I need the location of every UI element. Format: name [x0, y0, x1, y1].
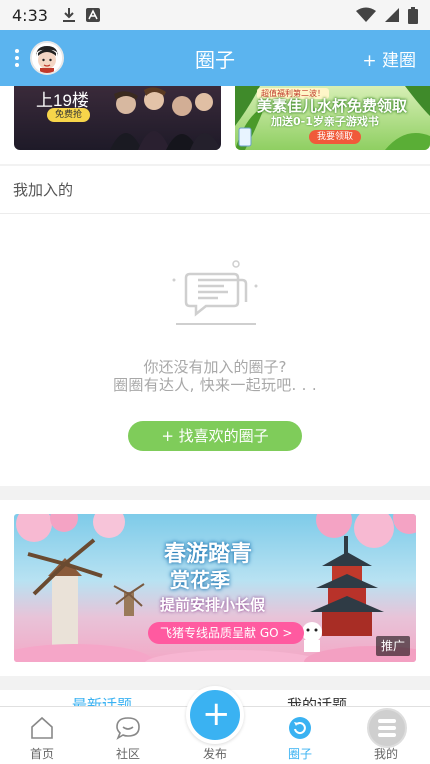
app-notification-icon [85, 8, 100, 22]
ad-promo-tag: 推广 [375, 636, 410, 656]
home-icon [31, 716, 53, 739]
plus-icon: + [202, 694, 231, 734]
wifi-icon [356, 7, 376, 22]
circle-refresh-icon [289, 717, 311, 739]
status-system-icons [356, 6, 418, 24]
joined-circles-section: 我加入的 你还没有加入的圈子? 圈圈有达人, 快来一起玩吧. . . + 找喜欢… [0, 166, 430, 486]
chat-icon [116, 717, 140, 740]
avatar-face-icon [32, 43, 62, 73]
nav-item-circles[interactable]: 圈子 [270, 707, 330, 764]
nav-label-publish: 发布 [202, 747, 227, 761]
status-time: 4:33 [12, 5, 48, 25]
banner-right-subtitle: 加送0-1岁亲子游戏书 [271, 115, 379, 128]
banner-card-left[interactable]: 上19楼 免费抢 [14, 86, 221, 150]
nav-item-community[interactable]: 社区 [98, 707, 158, 764]
ad-subtitle: 提前安排小长假 [160, 596, 266, 614]
publish-button[interactable]: + [186, 686, 244, 744]
app-header: 圈子 + 建圈 [0, 30, 430, 86]
nav-item-me[interactable]: 我的 [356, 707, 416, 764]
banner-card-right[interactable]: 超值福利第二波！ 美素佳儿水杯免费领取 加送0-1岁亲子游戏书 我要领取 [235, 86, 430, 150]
avatar-icon [367, 708, 407, 748]
ad-banner[interactable]: 春游踏青 赏花季 提前安排小长假 飞猪专线品质呈献 GO > 推广 [14, 514, 416, 662]
top-banner-carousel: 上19楼 免费抢 超值福利第二波！ 美素佳儿水杯免费领取 加送0-1岁亲子游戏书… [0, 86, 430, 164]
nav-label-me: 我的 [373, 747, 398, 761]
section-title: 我加入的 [0, 166, 430, 214]
create-circle-button[interactable]: + 建圈 [362, 46, 416, 71]
signal-icon [385, 8, 399, 22]
more-menu-icon[interactable] [6, 46, 28, 70]
battery-icon [408, 6, 418, 24]
banner-right-button[interactable]: 我要领取 [309, 130, 362, 144]
status-notification-icons [62, 7, 100, 23]
download-icon [62, 8, 75, 22]
ad-section: 春游踏青 赏花季 提前安排小长假 飞猪专线品质呈献 GO > 推广 [0, 500, 430, 676]
nav-label-community: 社区 [115, 747, 140, 761]
empty-chat-icon [172, 260, 258, 325]
ad-title-line2: 赏花季 [170, 568, 230, 592]
status-bar: 4:33 [0, 0, 430, 30]
banner-left-button[interactable]: 免费抢 [47, 108, 91, 122]
find-circle-button[interactable]: + 找喜欢的圈子 [128, 421, 302, 451]
nav-label-circles: 圈子 [287, 747, 312, 761]
user-avatar[interactable] [30, 41, 64, 75]
empty-message-line2: 圈圈有达人, 快来一起玩吧. . . [113, 376, 317, 394]
nav-item-home[interactable]: 首页 [12, 707, 72, 764]
ad-cta-pill[interactable]: 飞猪专线品质呈献 GO > [148, 622, 305, 644]
nav-label-home: 首页 [29, 747, 54, 761]
